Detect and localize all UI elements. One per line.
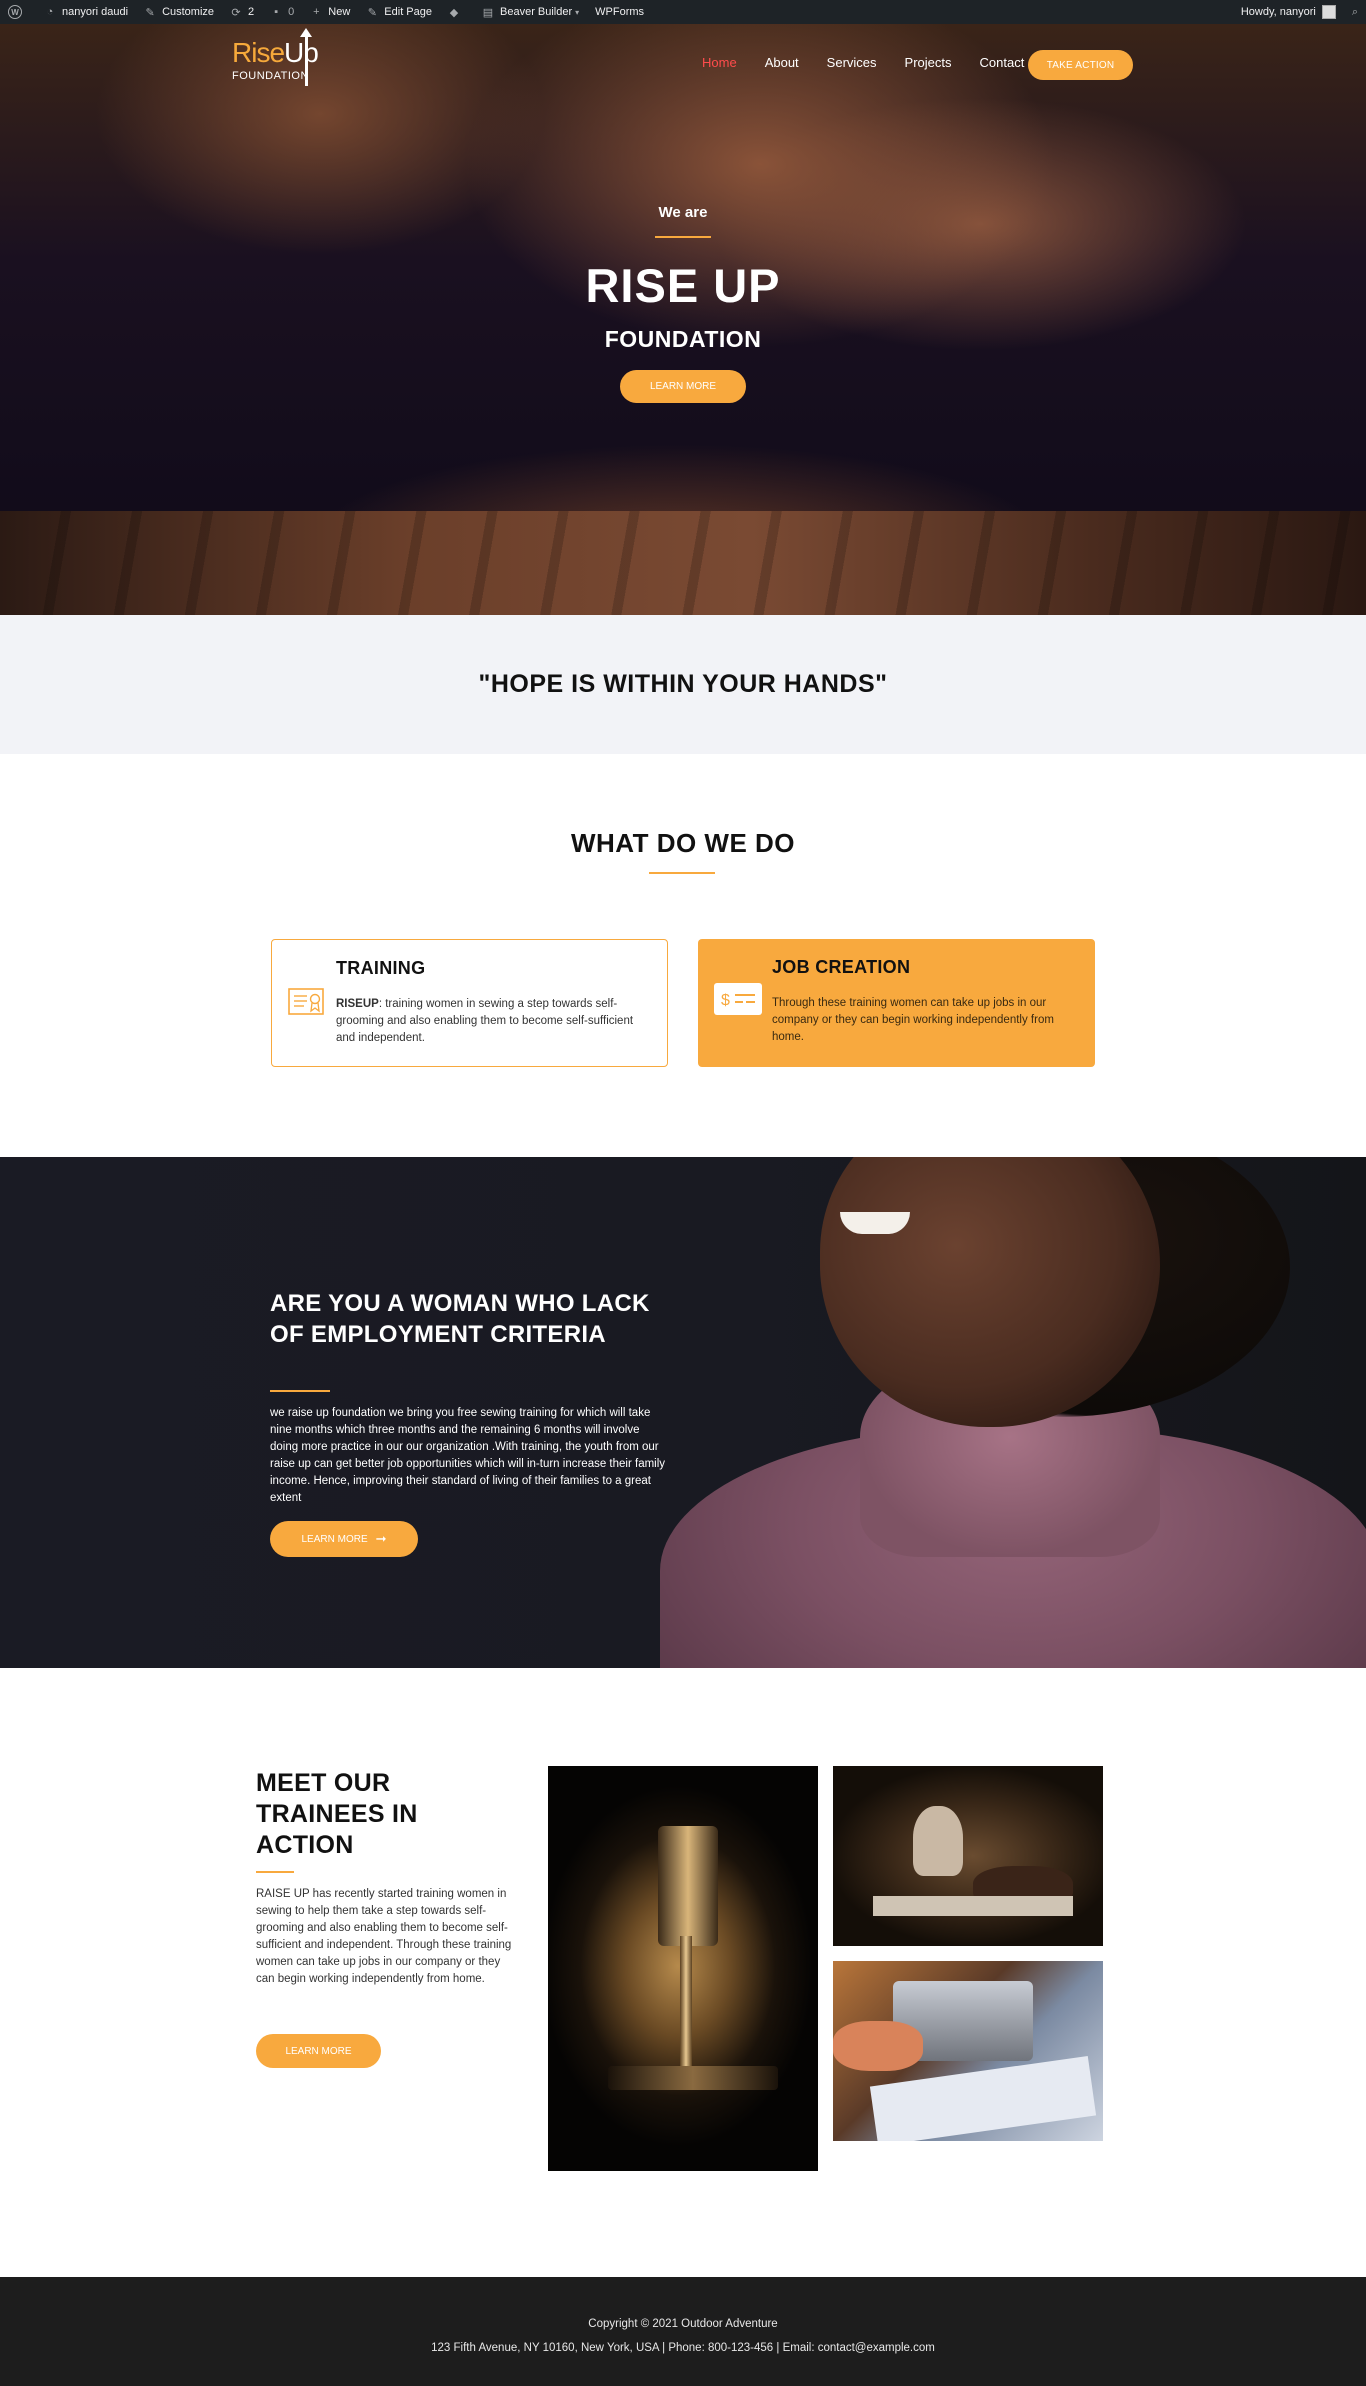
admin-bar-updates[interactable]: ⟳ 2 bbox=[222, 0, 262, 24]
trainees-text: RAISE UP has recently started training w… bbox=[256, 1888, 512, 1985]
trainees-title: MEET OUR TRAINEES IN ACTION bbox=[256, 1769, 418, 1859]
hands-sewing-photo bbox=[833, 1961, 1103, 2141]
admin-bar-beaver-diamond[interactable]: ◆ bbox=[440, 0, 474, 24]
arrow-right-icon: ➞ bbox=[375, 1531, 387, 1546]
nav-projects[interactable]: Projects bbox=[905, 55, 952, 70]
training-title: TRAINING bbox=[336, 958, 426, 978]
what-we-do-title: WHAT DO WE DO bbox=[570, 828, 796, 858]
admin-bar-new[interactable]: + New bbox=[302, 0, 358, 24]
logo-arrow-icon bbox=[300, 28, 312, 86]
comment-icon: ▪ bbox=[274, 6, 279, 18]
woman-section bbox=[0, 1157, 1366, 1668]
footer-contact: 123 Fifth Avenue, NY 10160, New York, US… bbox=[431, 2342, 935, 2354]
hero-kicker: We are bbox=[658, 204, 708, 221]
footer: Copyright © 2021 Outdoor Adventure 123 F… bbox=[0, 2277, 1366, 2386]
admin-bar-edit-page[interactable]: ✎ Edit Page bbox=[358, 0, 440, 24]
job-creation-card: $ JOB CREATION Through these training wo… bbox=[698, 939, 1095, 1067]
admin-bar-wpforms[interactable]: WPForms bbox=[587, 0, 652, 24]
logo-up-text: Up bbox=[284, 37, 319, 68]
quote-band: "HOPE IS WITHIN YOUR HANDS" bbox=[0, 615, 1366, 754]
main-nav: Home About Services Projects Contact bbox=[702, 55, 1052, 70]
job-creation-title: JOB CREATION bbox=[772, 957, 911, 977]
hero-divider bbox=[655, 236, 711, 238]
wordpress-logo-icon[interactable]: W bbox=[0, 0, 36, 24]
diamond-icon: ◆ bbox=[449, 6, 459, 19]
training-text: RISEUP: training women in sewing a step … bbox=[336, 998, 634, 1044]
admin-bar-account[interactable]: Howdy, nanyori bbox=[1233, 0, 1344, 24]
woman-section-title: ARE YOU A WOMAN WHO LACK OF EMPLOYMENT C… bbox=[270, 1290, 650, 1348]
woman-sewing-photo bbox=[833, 1766, 1103, 1946]
hero-learn-more-button[interactable]: LEARN MORE bbox=[620, 370, 746, 403]
dashboard-icon: ◔ bbox=[46, 6, 54, 18]
job-creation-text: Through these training women can take up… bbox=[772, 997, 1054, 1043]
nav-contact[interactable]: Contact bbox=[980, 55, 1025, 70]
hero-title: RISE UP bbox=[585, 259, 781, 312]
admin-bar: W ◔ nanyori daudi ✎ Customize ⟳ 2 ▪ 0 + New ✎… bbox=[0, 0, 1366, 24]
nav-home[interactable]: Home bbox=[702, 55, 737, 70]
caret-down-icon: ▾ bbox=[575, 7, 580, 17]
svg-text:$: $ bbox=[721, 992, 730, 1009]
footer-copyright: Copyright © 2021 Outdoor Adventure bbox=[588, 2318, 778, 2330]
admin-bar-site[interactable]: ◔ nanyori daudi bbox=[36, 0, 136, 24]
admin-bar-beaver-builder[interactable]: ▤ Beaver Builder ▾ bbox=[474, 0, 587, 24]
hero-hands-band bbox=[0, 511, 1366, 615]
trainees-learn-more-button[interactable]: LEARN MORE bbox=[256, 2034, 381, 2068]
hero-subtitle: FOUNDATION bbox=[604, 326, 762, 352]
logo-subtitle: FOUNDATION bbox=[232, 70, 309, 82]
woman-section-text: we raise up foundation we bring you free… bbox=[270, 1407, 666, 1504]
search-icon[interactable]: ⌕ bbox=[1344, 0, 1366, 24]
woman-learn-more-button[interactable]: LEARN MORE ➞ bbox=[270, 1521, 418, 1557]
admin-bar-customize[interactable]: ✎ Customize bbox=[136, 0, 222, 24]
site-logo[interactable]: RiseUp FOUNDATION bbox=[232, 28, 326, 94]
updates-icon: ⟳ bbox=[231, 6, 241, 19]
brush-icon: ✎ bbox=[145, 6, 155, 19]
quote-text: "HOPE IS WITHIN YOUR HANDS" bbox=[478, 670, 888, 698]
what-we-do-divider bbox=[649, 872, 715, 874]
sewing-machine-photo bbox=[548, 1766, 818, 2171]
money-card-icon: $ bbox=[714, 983, 762, 1015]
plus-icon: + bbox=[313, 6, 320, 18]
trainees-divider bbox=[256, 1871, 294, 1873]
logo-rise-text: Rise bbox=[232, 37, 285, 68]
take-action-button[interactable]: TAKE ACTION bbox=[1028, 50, 1133, 80]
woman-section-divider bbox=[270, 1390, 330, 1392]
avatar bbox=[1321, 5, 1336, 19]
nav-about[interactable]: About bbox=[765, 55, 799, 70]
certificate-icon bbox=[288, 988, 324, 1015]
nav-services[interactable]: Services bbox=[827, 55, 877, 70]
builder-icon: ▤ bbox=[482, 6, 494, 19]
hero-section bbox=[0, 24, 1366, 615]
training-card: TRAINING RISEUP: training women in sewin… bbox=[271, 939, 668, 1067]
pencil-icon: ✎ bbox=[367, 6, 377, 19]
admin-bar-comments[interactable]: ▪ 0 bbox=[262, 0, 302, 24]
woman-photo-smile bbox=[840, 1212, 910, 1234]
